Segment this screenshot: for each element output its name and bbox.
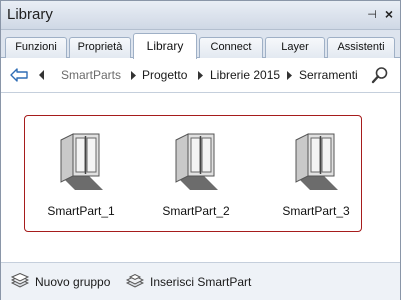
magnifier-icon[interactable] bbox=[371, 66, 389, 84]
breadcrumb-separator-icon[interactable] bbox=[286, 71, 292, 80]
smartpart-label: SmartPart_1 bbox=[47, 204, 115, 218]
smartpart-item[interactable]: SmartPart_1 bbox=[36, 132, 126, 220]
smartpart-label: SmartPart_2 bbox=[162, 204, 230, 218]
window-frame-icon bbox=[60, 133, 103, 190]
insert-smartpart-icon bbox=[126, 273, 144, 288]
title-bar: Library ⊣ × bbox=[1, 1, 400, 30]
pin-icon[interactable]: ⊣ bbox=[365, 8, 379, 22]
close-icon[interactable]: × bbox=[382, 7, 396, 21]
breadcrumb-bar: SmartParts Progetto Librerie 2015 Serram… bbox=[1, 59, 400, 93]
window-frame-icon bbox=[295, 133, 338, 190]
insert-smartpart-label: Inserisci SmartPart bbox=[150, 275, 252, 289]
breadcrumb-librerie-2015[interactable]: Librerie 2015 bbox=[210, 68, 280, 82]
tab-assistenti[interactable]: Assistenti bbox=[327, 37, 395, 58]
smartpart-label: SmartPart_3 bbox=[282, 204, 350, 218]
new-group-icon bbox=[11, 273, 29, 288]
smartpart-item[interactable]: SmartPart_3 bbox=[271, 132, 361, 220]
tab-library[interactable]: Library bbox=[133, 33, 197, 59]
new-group-button[interactable]: Nuovo gruppo bbox=[11, 273, 121, 291]
smartpart-item[interactable]: SmartPart_2 bbox=[151, 132, 241, 220]
breadcrumb-serramenti[interactable]: Serramenti bbox=[299, 68, 358, 82]
tab-strip: Funzioni Proprietà Library Connect Layer… bbox=[1, 30, 400, 59]
bottom-toolbar: Nuovo gruppo Inserisci SmartPart bbox=[1, 262, 400, 300]
window-frame-icon bbox=[175, 133, 218, 190]
breadcrumb-progetto[interactable]: Progetto bbox=[142, 68, 187, 82]
tab-connect[interactable]: Connect bbox=[199, 37, 263, 58]
new-group-label: Nuovo gruppo bbox=[35, 275, 111, 289]
history-left-icon[interactable] bbox=[38, 69, 46, 81]
smartpart-grid: SmartPart_1 SmartPart_2 SmartPart_3 bbox=[1, 94, 400, 259]
breadcrumb-separator-icon[interactable] bbox=[130, 71, 136, 80]
breadcrumb-separator-icon[interactable] bbox=[197, 71, 203, 80]
breadcrumb-smartparts[interactable]: SmartParts bbox=[61, 68, 121, 82]
tab-funzioni[interactable]: Funzioni bbox=[5, 37, 67, 58]
insert-smartpart-button[interactable]: Inserisci SmartPart bbox=[126, 273, 256, 291]
panel-title: Library bbox=[7, 6, 53, 23]
library-panel: Library ⊣ × Funzioni Proprietà Library C… bbox=[0, 0, 401, 300]
tab-layer[interactable]: Layer bbox=[265, 37, 325, 58]
back-arrow-icon[interactable] bbox=[10, 67, 28, 83]
tab-proprieta[interactable]: Proprietà bbox=[69, 37, 131, 58]
